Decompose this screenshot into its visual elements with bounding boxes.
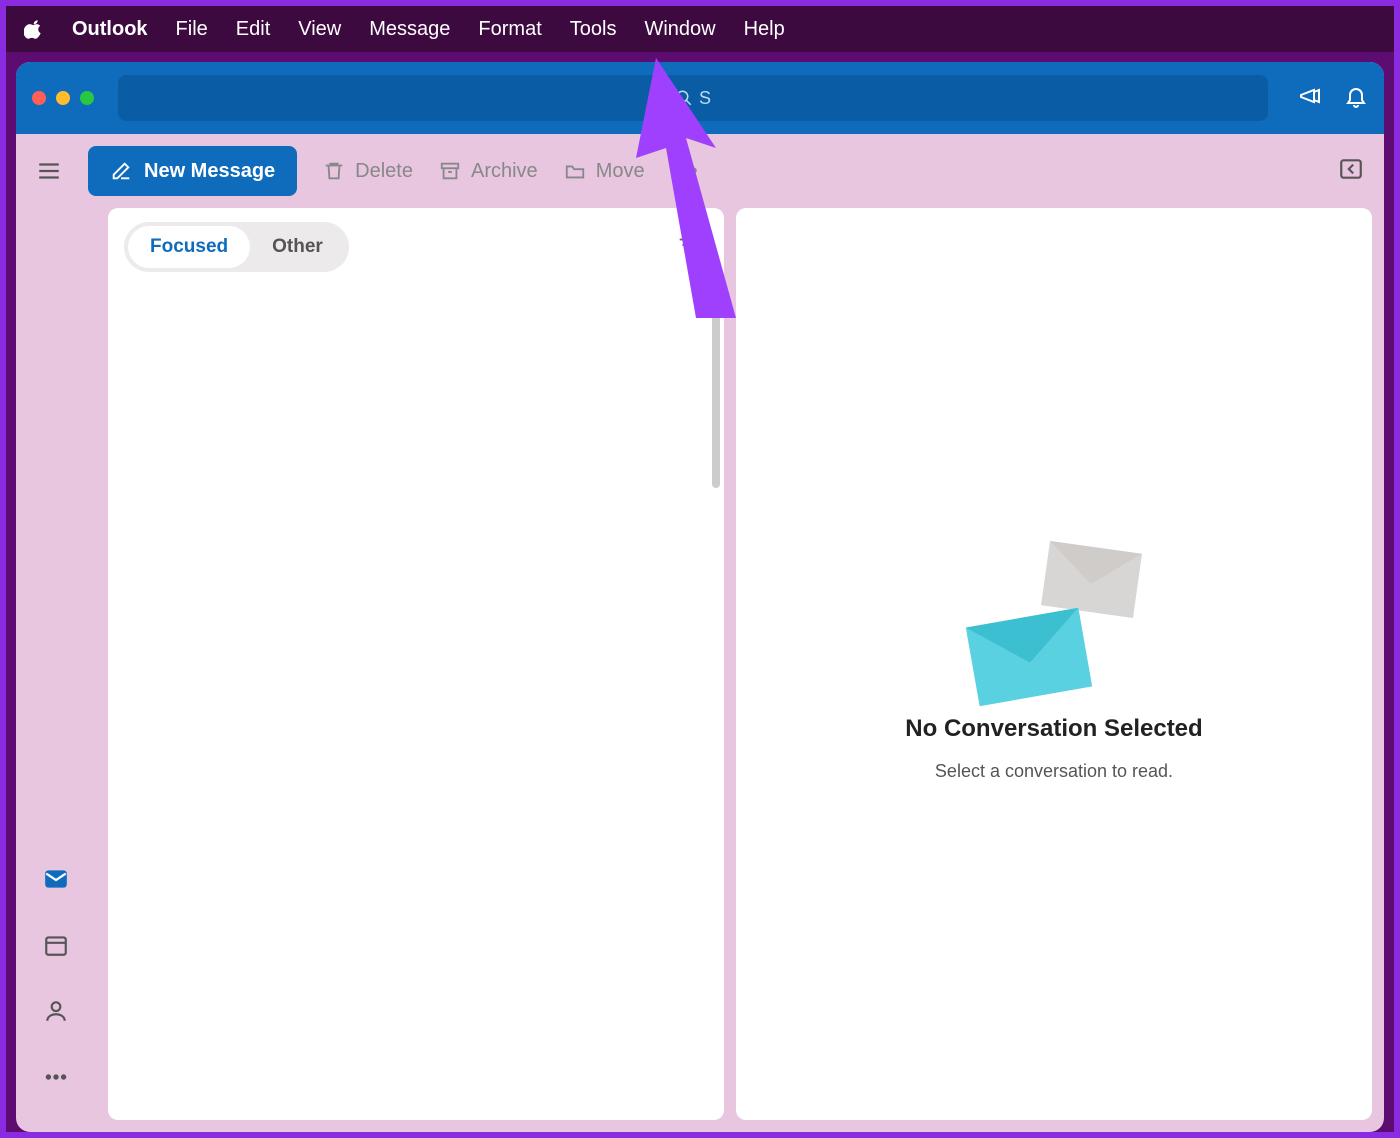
delete-label: Delete (355, 160, 413, 183)
macos-menubar: Outlook File Edit View Message Format To… (6, 6, 1394, 52)
hamburger-menu-button[interactable] (36, 158, 62, 184)
apple-logo-icon[interactable] (24, 19, 44, 39)
filter-icon (676, 234, 698, 256)
menu-window[interactable]: Window (644, 18, 715, 41)
window-titlebar: S (16, 62, 1384, 134)
more-rail-icon[interactable] (43, 1064, 69, 1090)
fullscreen-window-button[interactable] (80, 91, 94, 105)
trash-icon (323, 160, 345, 182)
tab-focused[interactable]: Focused (128, 226, 250, 268)
menu-help[interactable]: Help (744, 18, 785, 41)
delete-button[interactable]: Delete (323, 160, 413, 183)
filter-button[interactable] (676, 234, 698, 261)
tab-other[interactable]: Other (250, 226, 345, 268)
new-message-button[interactable]: New Message (88, 146, 297, 196)
reading-pane: No Conversation Selected Select a conver… (736, 208, 1372, 1120)
menu-tools[interactable]: Tools (570, 18, 617, 41)
move-button[interactable]: Move (564, 160, 645, 183)
left-navigation-rail (16, 208, 96, 1120)
menu-edit[interactable]: Edit (236, 18, 270, 41)
new-message-label: New Message (144, 160, 275, 183)
close-window-button[interactable] (32, 91, 46, 105)
envelope-grey-icon (1040, 540, 1143, 618)
archive-icon (439, 160, 461, 182)
people-rail-icon[interactable] (43, 998, 69, 1024)
outlook-window: S New Message Delete Archive Move ••• (16, 62, 1384, 1132)
inbox-tabs: Focused Other (108, 208, 724, 286)
menu-format[interactable]: Format (478, 18, 541, 41)
app-name[interactable]: Outlook (72, 18, 148, 41)
list-scrollbar[interactable] (712, 288, 720, 488)
empty-state-illustration (969, 547, 1139, 697)
minimize-window-button[interactable] (56, 91, 70, 105)
search-icon (675, 89, 693, 107)
empty-state-title: No Conversation Selected (905, 715, 1202, 743)
envelope-blue-icon (963, 607, 1095, 707)
menu-view[interactable]: View (298, 18, 341, 41)
search-input[interactable]: S (118, 75, 1268, 121)
search-placeholder: S (699, 88, 711, 109)
compose-icon (110, 160, 132, 182)
menu-file[interactable]: File (176, 18, 208, 41)
menu-message[interactable]: Message (369, 18, 450, 41)
archive-button[interactable]: Archive (439, 160, 538, 183)
empty-state-subtitle: Select a conversation to read. (935, 761, 1173, 782)
content-area: Focused Other No Conversation Selected S… (16, 208, 1384, 1132)
archive-label: Archive (471, 160, 538, 183)
window-controls (32, 91, 94, 105)
move-label: Move (596, 160, 645, 183)
folder-move-icon (564, 160, 586, 182)
bell-icon[interactable] (1344, 84, 1368, 113)
message-list-pane: Focused Other (108, 208, 724, 1120)
mail-rail-icon[interactable] (43, 866, 69, 892)
focused-other-toggle: Focused Other (124, 222, 349, 272)
collapse-pane-button[interactable] (1338, 156, 1364, 187)
calendar-rail-icon[interactable] (43, 932, 69, 958)
megaphone-icon[interactable] (1298, 84, 1322, 113)
toolbar: New Message Delete Archive Move ••• (16, 134, 1384, 208)
more-actions-button[interactable]: ••• (671, 158, 700, 184)
